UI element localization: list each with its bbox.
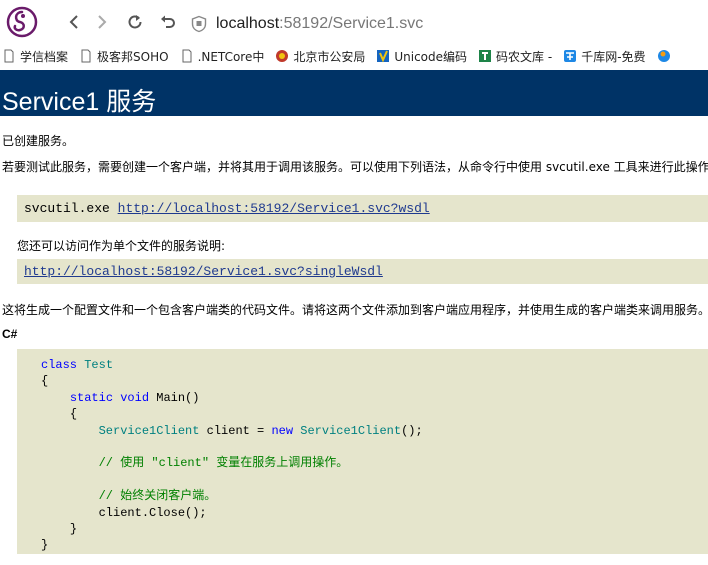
bookmark-xuexin[interactable]: 学信档案 [0,44,79,68]
bookmark-unicode[interactable]: Unicode编码 [376,44,478,68]
code-type: Service1Client [300,423,402,438]
bookmark-manong[interactable]: 码农文库 - [478,44,563,68]
bookmark-netcore[interactable]: .NETCore中 [180,44,276,68]
browser-toolbar: localhost:58192/Service1.svc [0,0,708,44]
code-keyword: new [271,423,294,438]
language-label: C# [2,327,18,341]
svcutil-command: svcutil.exe [24,201,110,216]
page-content: Service1 服务 已创建服务。 若要测试此服务，需要创建一个客户端，并将其… [0,68,708,565]
reload-button[interactable] [124,11,146,33]
bookmark-label: 码农文库 - [496,49,553,64]
code-text: client.Close(); [98,505,207,520]
shield-icon [191,15,207,33]
code-keyword: class [41,358,78,372]
code-text: } [69,522,78,537]
generate-note: 这将生成一个配置文件和一个包含客户端类的代码文件。请将这两个文件添加到客户端应用… [2,303,708,317]
forward-button[interactable] [91,11,113,33]
book-icon [479,50,492,62]
code-comment: // 使用 "client" 变量在服务上调用操作。 [98,456,349,471]
code-type: Test [84,358,114,372]
bookmark-label: 千库网-免费 [581,49,646,64]
code-keyword: void [120,390,150,405]
bookmark-label: .NETCore中 [197,49,265,64]
bookmark-qianku[interactable]: 千库网-免费 [563,44,656,68]
bookmarks-bar: 学信档案 极客邦SOHO .NETCore中 北京市公安局 Unicode编码 … [0,44,708,68]
url-path: :58192/Service1.svc [279,15,424,32]
address-bar[interactable]: localhost:58192/Service1.svc [190,13,423,35]
back-arrow-icon [69,15,78,29]
qianku-icon [564,50,577,62]
undo-icon [161,15,175,28]
single-wsdl-box: http://localhost:58192/Service1.svc?sing… [17,259,708,284]
page-icon [81,49,91,63]
forward-arrow-icon [98,15,107,29]
globe-icon [657,50,670,62]
police-badge-icon [276,50,289,62]
page-icon [182,49,192,63]
code-text: { [41,374,49,389]
csharp-code-block: class Test { static void Main() { Servic… [17,349,708,554]
bookmark-label: Unicode编码 [394,49,468,64]
single-wsdl-link[interactable]: http://localhost:58192/Service1.svc?sing… [24,264,383,279]
bookmark-overflow[interactable] [657,44,686,68]
url-host: localhost [216,15,280,32]
page-title: Service1 服务 [2,88,157,116]
bookmark-police[interactable]: 北京市公安局 [275,44,376,68]
svcutil-command-box: svcutil.exe http://localhost:58192/Servi… [17,195,708,222]
back-button[interactable] [63,11,85,33]
bookmark-label: 极客邦SOHO [97,49,169,64]
code-text: (); [401,423,423,438]
page-icon [4,49,14,63]
code-text: Main() [156,390,200,405]
code-text: client = [199,423,272,438]
unicode-icon [377,50,390,63]
single-file-note: 您还可以访问作为单个文件的服务说明: [17,239,226,253]
browser-logo-icon[interactable] [6,6,38,38]
bookmark-label: 北京市公安局 [293,49,366,64]
code-comment: // 始终关闭客户端。 [98,489,217,504]
intro-text: 已创建服务。 [2,134,75,148]
bookmark-geekbang[interactable]: 极客邦SOHO [79,44,180,68]
instructions-text: 若要测试此服务，需要创建一个客户端，并将其用于调用该服务。可以使用下列语法，从命… [2,160,708,174]
undo-button[interactable] [157,11,179,33]
code-keyword: static [69,390,114,405]
bookmark-label: 学信档案 [20,49,69,64]
csharp-code: class Test { static void Main() { Servic… [41,357,423,554]
code-type: Service1Client [98,423,200,438]
code-text: } [41,538,49,553]
wsdl-link[interactable]: http://localhost:58192/Service1.svc?wsdl [118,201,430,216]
code-text: { [69,407,78,422]
reload-icon [128,15,142,29]
page-header: Service1 服务 [0,70,708,116]
